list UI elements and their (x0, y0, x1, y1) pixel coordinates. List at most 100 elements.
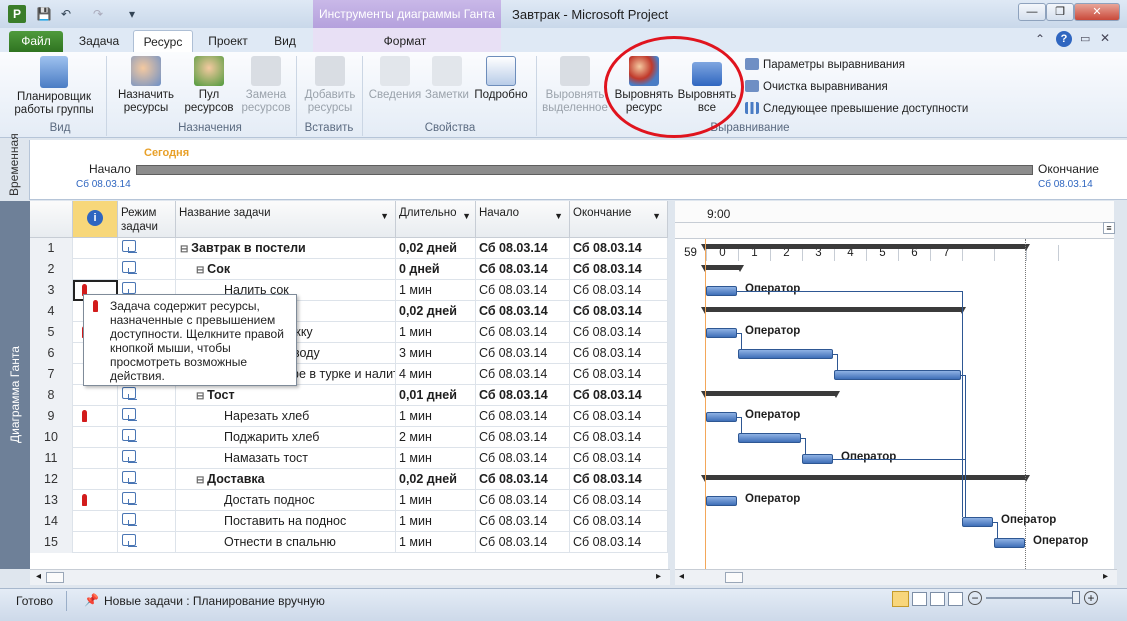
gantt-scroll-up-icon[interactable]: ≡ (1103, 222, 1115, 234)
table-row[interactable]: 2 ⊟ Сок 0 дней Сб 08.03.14 Сб 08.03.14 (30, 259, 668, 280)
chevron-down-icon[interactable]: ▼ (380, 209, 389, 223)
scroll-right-icon[interactable]: ▸ (656, 571, 661, 582)
resource-pool-button[interactable]: Пул ресурсов (180, 56, 238, 115)
duration-cell[interactable]: 0,02 дней (396, 238, 476, 259)
finish-cell[interactable]: Сб 08.03.14 (570, 238, 668, 259)
finish-cell[interactable]: Сб 08.03.14 (570, 490, 668, 511)
close-button[interactable]: ✕ (1074, 3, 1120, 21)
task-usage-shortcut-icon[interactable] (912, 592, 927, 606)
summary-bar[interactable] (701, 307, 966, 314)
task-name-cell[interactable]: ⊟ Сок (176, 259, 396, 280)
indicator-cell[interactable] (73, 238, 118, 259)
indicator-cell[interactable] (73, 490, 118, 511)
table-horizontal-scrollbar[interactable]: ◂ ▸ (30, 569, 670, 585)
information-button[interactable]: Сведения (366, 56, 424, 102)
overallocated-person-icon[interactable] (82, 410, 87, 422)
chevron-down-icon[interactable]: ▼ (554, 209, 563, 223)
indicator-cell[interactable] (73, 385, 118, 406)
task-mode-cell[interactable] (118, 490, 176, 511)
duration-cell[interactable]: 2 мин (396, 427, 476, 448)
task-mode-cell[interactable] (118, 511, 176, 532)
view-side-bar[interactable]: Диаграмма Ганта (0, 201, 30, 569)
task-name-header[interactable]: Название задачи ▼ (176, 201, 396, 238)
collapse-icon[interactable]: ⊟ (196, 475, 207, 486)
next-overallocation-button[interactable]: Следующее превышение доступности (745, 100, 968, 118)
scroll-left-icon[interactable]: ◂ (36, 571, 41, 582)
level-selection-button[interactable]: Выровнять выделенное (541, 56, 609, 115)
finish-cell[interactable]: Сб 08.03.14 (570, 259, 668, 280)
row-number[interactable]: 2 (30, 259, 73, 280)
finish-cell[interactable]: Сб 08.03.14 (570, 364, 668, 385)
task-mode-cell[interactable] (118, 532, 176, 553)
task-bar[interactable] (834, 370, 961, 380)
task-name-cell[interactable]: ⊟ Тост (176, 385, 396, 406)
row-number[interactable]: 14 (30, 511, 73, 532)
task-name-cell[interactable]: Достать поднос (176, 490, 396, 511)
indicator-cell[interactable] (73, 427, 118, 448)
restore-button[interactable]: ❐ (1046, 3, 1074, 21)
finish-cell[interactable]: Сб 08.03.14 (570, 427, 668, 448)
summary-bar[interactable] (701, 475, 1030, 482)
chevron-down-icon[interactable]: ▼ (462, 209, 471, 223)
task-bar[interactable] (706, 328, 737, 338)
help-icon[interactable]: ? (1056, 31, 1072, 47)
finish-cell[interactable]: Сб 08.03.14 (570, 385, 668, 406)
indicators-header[interactable]: i (73, 201, 118, 238)
summary-bar[interactable] (701, 244, 1030, 251)
zoom-slider[interactable] (986, 597, 1080, 599)
gantt-chart[interactable]: 9:00 59 0 1 2 3 4 5 6 7 Оператор Оператор Оператор… (675, 201, 1114, 569)
collapse-ribbon-icon[interactable]: ⌃ (1035, 32, 1045, 46)
details-button[interactable]: Подробно (472, 56, 530, 102)
summary-bar[interactable] (701, 391, 840, 398)
indicator-cell[interactable] (73, 448, 118, 469)
start-cell[interactable]: Сб 08.03.14 (476, 301, 570, 322)
duration-cell[interactable]: 0,01 дней (396, 385, 476, 406)
duration-cell[interactable]: 0,02 дней (396, 301, 476, 322)
finish-header[interactable]: Окончание ▼ (570, 201, 668, 238)
scroll-left-icon[interactable]: ◂ (679, 571, 684, 582)
zoom-out-icon[interactable]: − (968, 591, 982, 605)
duration-cell[interactable]: 1 мин (396, 280, 476, 301)
row-number[interactable]: 3 (30, 280, 73, 301)
table-row[interactable]: 13 Достать поднос 1 мин Сб 08.03.14 Сб 08.03… (30, 490, 668, 511)
notes-button[interactable]: Заметки (424, 56, 470, 102)
table-row[interactable]: 15 Отнести в спальню 1 мин Сб 08.03.14 Сб 08… (30, 532, 668, 553)
task-mode-cell[interactable] (118, 385, 176, 406)
row-number[interactable]: 8 (30, 385, 73, 406)
chevron-down-icon[interactable]: ▾ (124, 6, 140, 22)
collapse-icon[interactable]: ⊟ (196, 265, 207, 276)
task-bar[interactable] (738, 433, 801, 443)
assign-resources-button[interactable]: Назначить ресурсы (114, 56, 178, 115)
add-resources-button[interactable]: Добавить ресурсы (300, 56, 360, 115)
finish-cell[interactable]: Сб 08.03.14 (570, 322, 668, 343)
duration-cell[interactable]: 1 мин (396, 406, 476, 427)
table-row[interactable]: 12 ⊟ Доставка 0,02 дней Сб 08.03.14 Сб 08.03… (30, 469, 668, 490)
redo-icon[interactable]: ↷ (90, 6, 106, 22)
collapse-icon[interactable]: ⊟ (196, 391, 207, 402)
task-name-cell[interactable]: Поставить на поднос (176, 511, 396, 532)
task-name-cell[interactable]: ⊟ Доставка (176, 469, 396, 490)
duration-cell[interactable]: 3 мин (396, 343, 476, 364)
start-cell[interactable]: Сб 08.03.14 (476, 259, 570, 280)
timeline-side-tab[interactable]: Временная (0, 133, 30, 200)
finish-cell[interactable]: Сб 08.03.14 (570, 532, 668, 553)
row-number[interactable]: 9 (30, 406, 73, 427)
overallocated-person-icon[interactable] (82, 494, 87, 506)
row-number[interactable]: 10 (30, 427, 73, 448)
summary-bar[interactable] (701, 265, 744, 272)
table-row[interactable]: 9 Нарезать хлеб 1 мин Сб 08.03.14 Сб 08.03.1… (30, 406, 668, 427)
task-name-cell[interactable]: ⊟ Завтрак в постели (176, 238, 396, 259)
tab-format[interactable]: Формат (375, 30, 435, 52)
start-cell[interactable]: Сб 08.03.14 (476, 406, 570, 427)
team-planner-shortcut-icon[interactable] (930, 592, 945, 606)
replace-resources-button[interactable]: Замена ресурсов (238, 56, 294, 115)
minimize-button[interactable]: — (1018, 3, 1046, 21)
zoom-slider-thumb[interactable] (1072, 591, 1080, 604)
timeline-bar[interactable] (136, 165, 1033, 175)
start-cell[interactable]: Сб 08.03.14 (476, 364, 570, 385)
start-cell[interactable]: Сб 08.03.14 (476, 532, 570, 553)
indicator-cell[interactable] (73, 469, 118, 490)
row-number[interactable]: 15 (30, 532, 73, 553)
chevron-down-icon[interactable]: ▼ (652, 209, 661, 223)
start-cell[interactable]: Сб 08.03.14 (476, 238, 570, 259)
